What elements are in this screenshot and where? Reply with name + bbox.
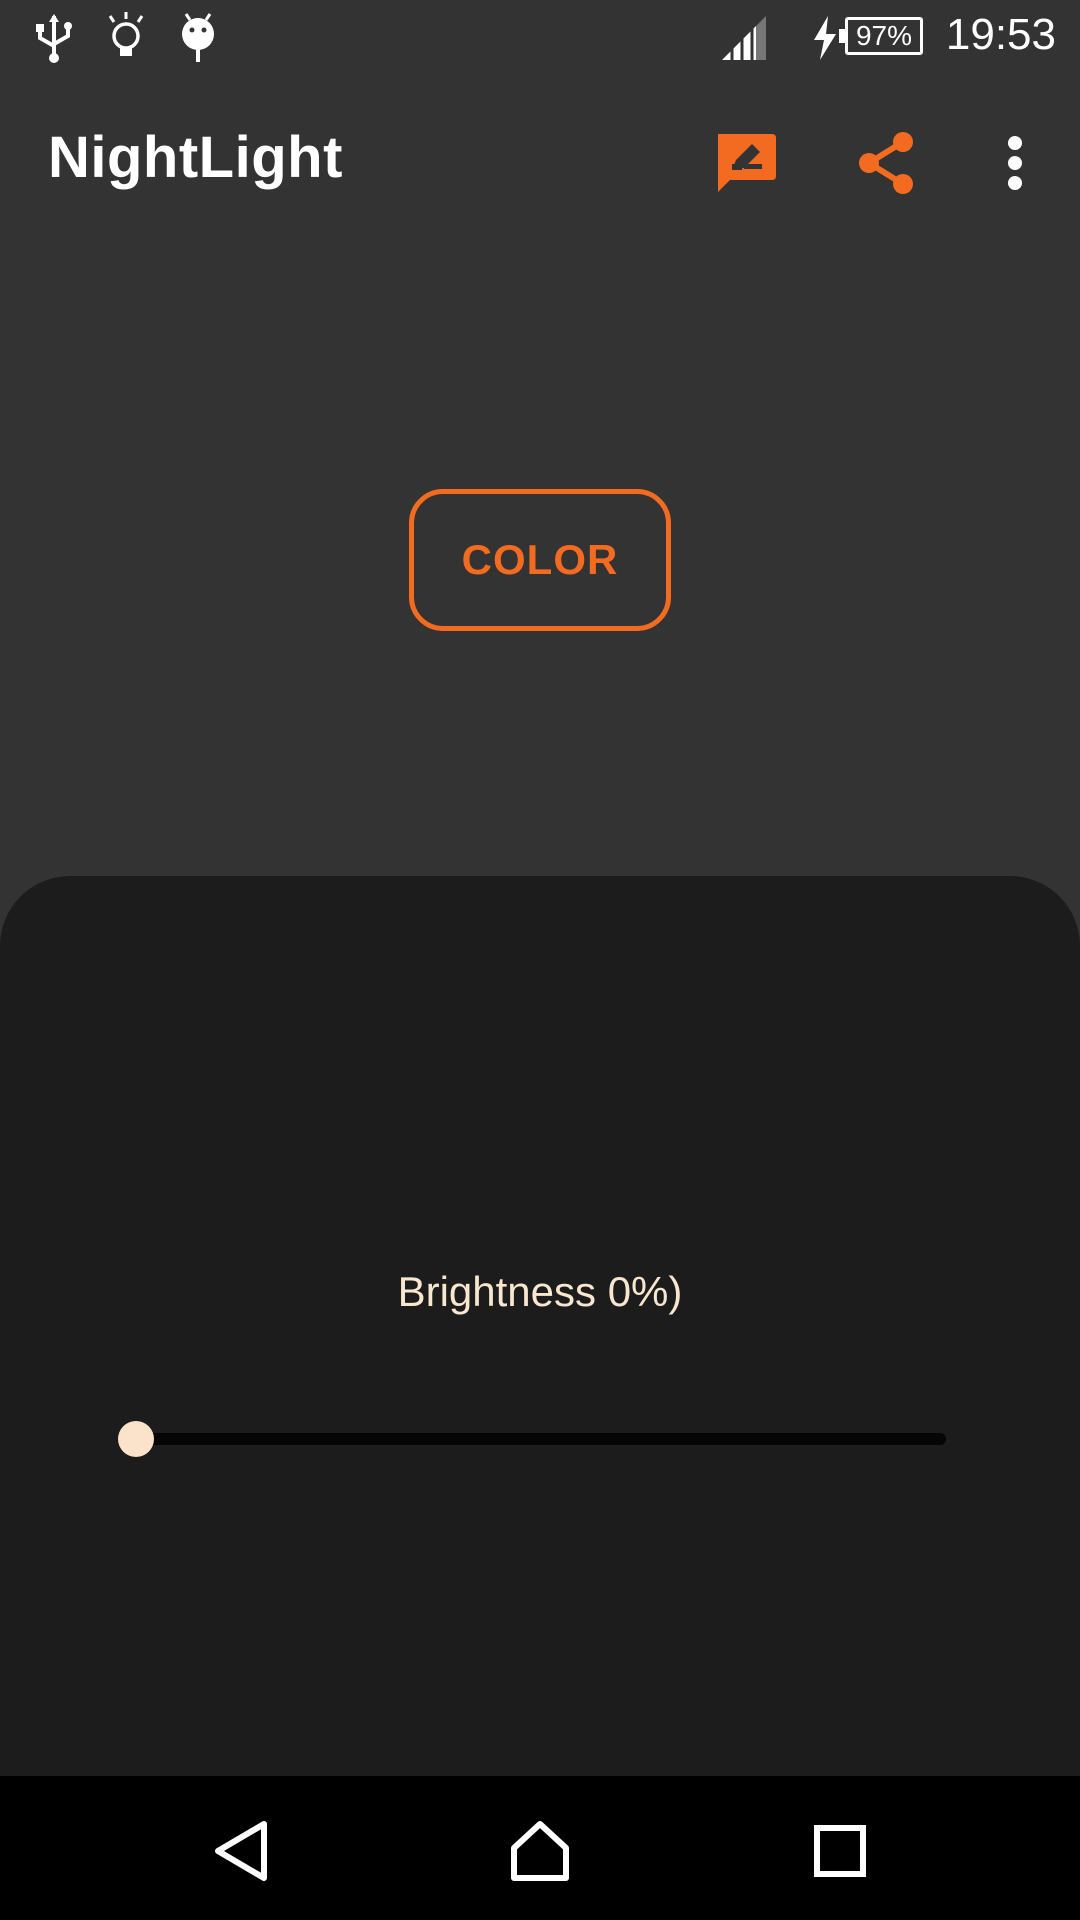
battery-icon: 97% [839,17,923,55]
brightness-panel [0,876,1080,1776]
back-button[interactable] [202,1816,282,1886]
brightness-label: Brightness 0%) [397,1268,683,1315]
recents-button[interactable] [800,1816,880,1886]
navigation-bar [0,1776,1080,1920]
signal-icon [720,14,770,67]
usb-icon [32,10,76,69]
feedback-button[interactable] [700,118,790,208]
color-button[interactable]: COLOR [409,489,671,631]
share-button[interactable] [842,118,932,208]
lightbulb-icon [104,10,148,69]
app-toolbar: NightLight [0,78,1080,244]
app-title: NightLight [48,125,343,190]
back-icon [215,1821,267,1881]
home-icon [511,1821,569,1881]
overflow-menu-icon [1008,136,1022,190]
feedback-icon [718,134,776,192]
recents-icon [814,1825,866,1877]
battery-level: 97% [855,20,913,51]
overflow-menu-button[interactable] [970,118,1060,208]
brightness-slider-thumb[interactable] [118,1421,154,1457]
status-bar: 97% 19:53 [0,0,1080,78]
share-icon [859,132,913,194]
status-time: 19:53 [945,10,1056,59]
home-button[interactable] [500,1816,580,1886]
brightness-slider-track[interactable] [136,1433,946,1445]
charging-icon [810,16,840,65]
android-icon [176,10,220,69]
